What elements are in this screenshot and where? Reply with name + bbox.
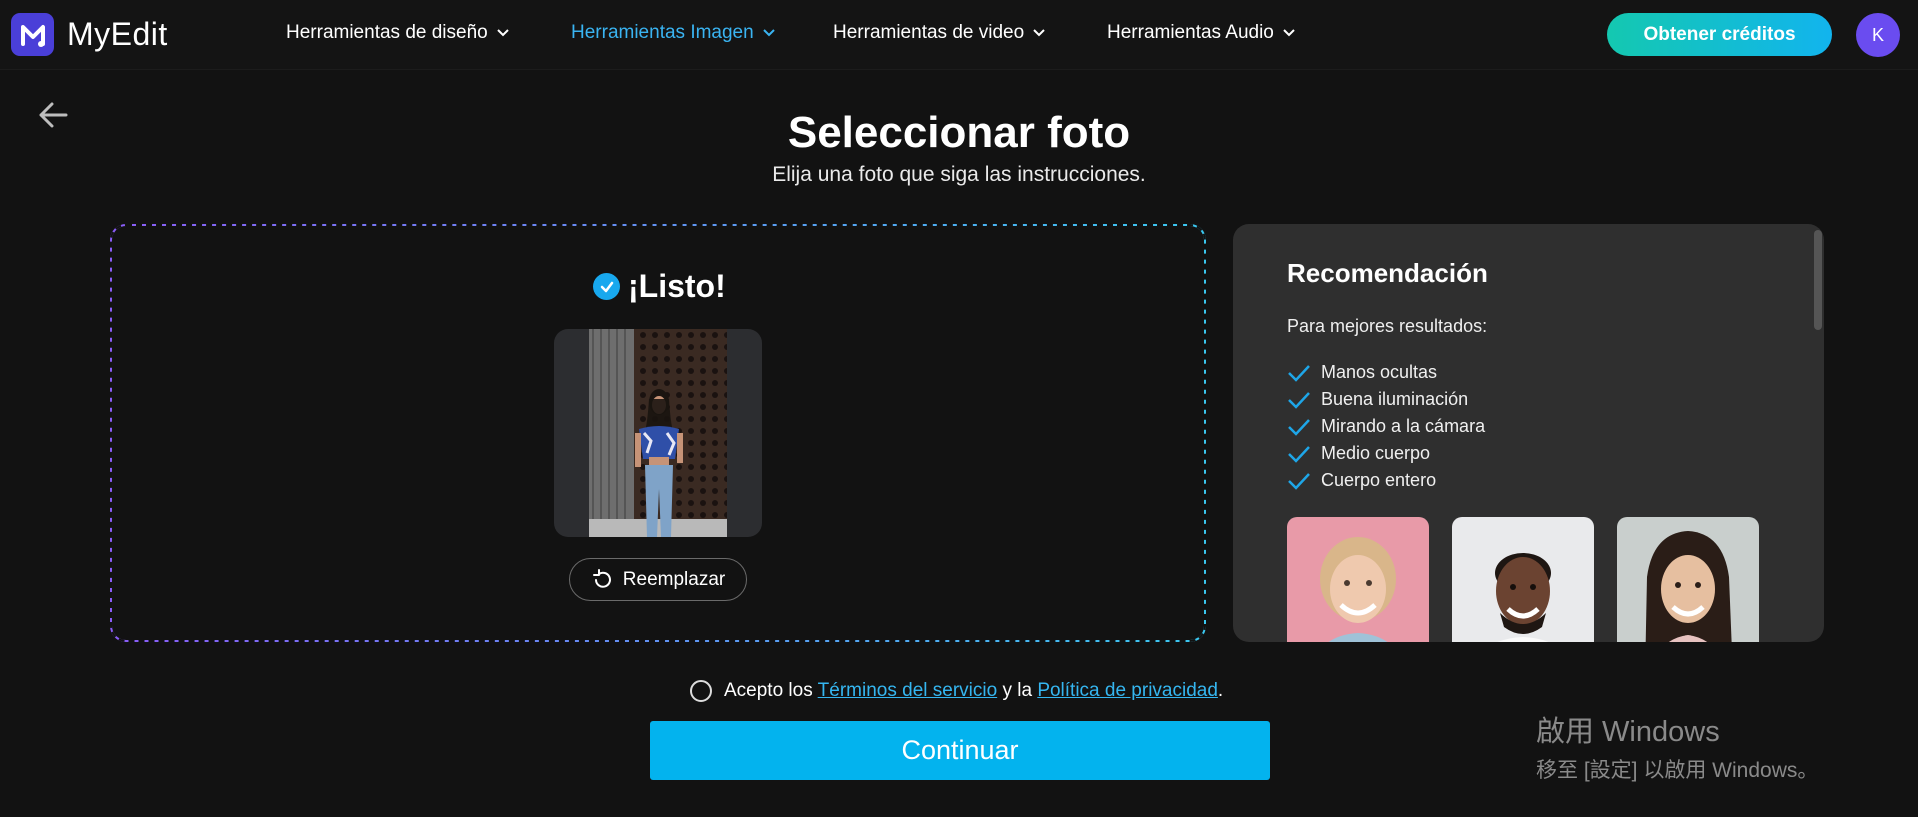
checkmark-icon	[1288, 472, 1310, 490]
logo-text: MyEdit	[67, 16, 168, 52]
nav-label: Herramientas Imagen	[571, 22, 754, 43]
uploaded-photo-preview	[554, 329, 762, 537]
checkmark-icon	[1288, 364, 1310, 382]
scrollbar[interactable]	[1814, 230, 1822, 330]
page-title: Seleccionar foto	[787, 108, 1131, 157]
checkmark-icon	[1288, 445, 1310, 463]
recommendation-list: Manos ocultas Buena iluminación Mirando …	[1287, 359, 1485, 494]
nav-audio-tools[interactable]: Herramientas Audio	[1107, 22, 1296, 44]
recommendation-subtitle: Para mejores resultados:	[1287, 316, 1488, 336]
terms-prefix: Acepto los	[724, 680, 813, 701]
chevron-down-icon	[1283, 29, 1295, 37]
recommendation-panel: Recomendación Para mejores resultados: M…	[1233, 224, 1824, 642]
terms-text: Acepto los Términos del servicio y la Po…	[724, 680, 1223, 702]
windows-activation-watermark: 啟用 Windows 移至 [設定] 以啟用 Windows。	[1536, 708, 1818, 784]
uploaded-photo	[589, 329, 727, 537]
list-item: Buena iluminación	[1287, 386, 1485, 413]
watermark-line1: 啟用 Windows	[1536, 716, 1720, 748]
checkmark-icon	[1288, 391, 1310, 409]
list-item: Cuerpo entero	[1287, 467, 1485, 494]
ready-status: ¡Listo!	[593, 268, 726, 305]
list-item-label: Buena iluminación	[1321, 389, 1469, 409]
chevron-down-icon	[762, 29, 775, 37]
example-photo-woman-blonde	[1287, 517, 1429, 642]
example-photo-woman-brunette	[1617, 517, 1759, 642]
chevron-down-icon	[497, 29, 509, 37]
terms-agreement: Acepto los Términos del servicio y la Po…	[690, 680, 1223, 702]
replace-label: Reemplazar	[622, 568, 726, 590]
terms-middle: y la	[1002, 680, 1033, 701]
nav-video-tools[interactable]: Herramientas de video	[833, 22, 1046, 44]
list-item-label: Cuerpo entero	[1321, 470, 1437, 490]
list-item-label: Medio cuerpo	[1321, 443, 1431, 463]
nav-image-tools[interactable]: Herramientas Imagen	[571, 22, 776, 44]
nav-label: Herramientas de diseño	[286, 22, 488, 43]
recommendation-title: Recomendación	[1287, 258, 1488, 288]
terms-radio[interactable]	[690, 680, 712, 702]
page-subtitle: Elija una foto que siga las instruccione…	[772, 163, 1146, 186]
get-credits-button[interactable]: Obtener créditos	[1607, 13, 1832, 56]
continue-button[interactable]: Continuar	[650, 721, 1270, 780]
check-circle-icon	[593, 273, 620, 300]
watermark-line2: 移至 [設定] 以啟用 Windows。	[1536, 759, 1819, 782]
nav-label: Herramientas de video	[833, 22, 1025, 43]
top-nav-bar: MyEdit Herramientas de diseño Herramient…	[0, 0, 1918, 70]
list-item-label: Manos ocultas	[1321, 362, 1438, 382]
list-item: Mirando a la cámara	[1287, 413, 1485, 440]
checkmark-icon	[1288, 418, 1310, 436]
rotate-left-icon	[592, 568, 611, 588]
nav-label: Herramientas Audio	[1107, 22, 1274, 43]
list-item-label: Mirando a la cámara	[1321, 416, 1486, 436]
logo[interactable]: MyEdit	[11, 13, 168, 56]
nav-design-tools[interactable]: Herramientas de diseño	[286, 22, 510, 44]
privacy-policy-link[interactable]: Política de privacidad	[1037, 680, 1218, 701]
terms-of-service-link[interactable]: Términos del servicio	[818, 680, 998, 701]
avatar[interactable]: K	[1856, 13, 1900, 57]
example-photo-man-doctor	[1452, 517, 1594, 642]
myedit-logo-icon	[11, 13, 54, 56]
list-item: Medio cuerpo	[1287, 440, 1485, 467]
chevron-down-icon	[1033, 29, 1045, 37]
list-item: Manos ocultas	[1287, 359, 1485, 386]
replace-button[interactable]: Reemplazar	[569, 558, 747, 601]
ready-label: ¡Listo!	[628, 268, 726, 304]
terms-suffix: .	[1217, 680, 1224, 701]
